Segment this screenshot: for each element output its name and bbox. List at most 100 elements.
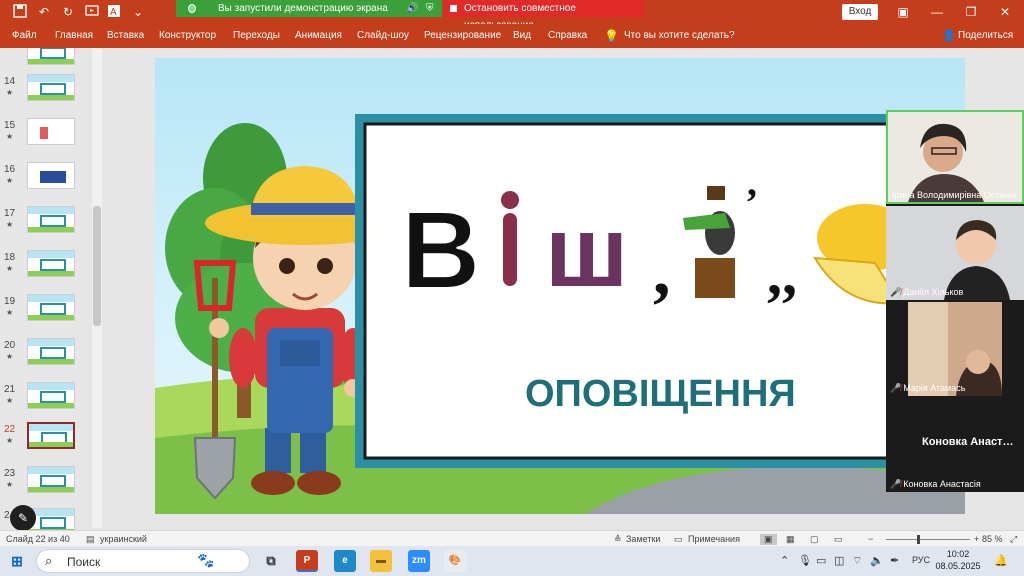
- fit-to-window-icon[interactable]: ⤢: [1010, 534, 1017, 545]
- font-size-icon[interactable]: A: [106, 4, 122, 20]
- tab-file[interactable]: Файл: [12, 30, 37, 41]
- slide-thumbnail[interactable]: [27, 294, 75, 321]
- slide-sorter-icon[interactable]: ▦: [786, 534, 795, 545]
- participant-name: Даніїл Хільков: [903, 287, 964, 297]
- input-language[interactable]: РУС: [912, 555, 930, 565]
- status-bar: Слайд 22 из 40 ▤ украинский ≙ Заметки ▭ …: [0, 530, 1024, 546]
- thumbnail-row[interactable]: 14 ★: [0, 74, 100, 116]
- network-icon[interactable]: ⌔: [852, 554, 862, 568]
- zoom-app-icon[interactable]: zm: [408, 550, 430, 572]
- tab-help[interactable]: Справка: [548, 30, 587, 41]
- participant-tile[interactable]: 🎤̸ Даніїл Хільков: [886, 206, 1024, 300]
- slide-thumbnail[interactable]: [27, 162, 75, 189]
- tab-review[interactable]: Рецензирование: [424, 30, 501, 41]
- powerpoint-icon[interactable]: P: [296, 550, 318, 572]
- camera-icon[interactable]: ◫: [834, 554, 844, 567]
- slide-number: 22: [4, 424, 16, 435]
- windows-start-icon[interactable]: ⊞: [6, 550, 28, 572]
- audio-icon[interactable]: 🔊: [406, 0, 418, 17]
- reading-view-icon[interactable]: ▢: [810, 534, 819, 545]
- ribbon-display-options-icon[interactable]: ▣: [886, 0, 920, 24]
- participant-tile[interactable]: 🎤̸ Марія Атамась: [886, 302, 1024, 396]
- comments-button[interactable]: Примечания: [688, 534, 740, 544]
- undo-icon[interactable]: ↶: [36, 4, 52, 20]
- participant-tile[interactable]: Коновка Анаст… 🎤̸ Коновка Анастасія: [886, 398, 1024, 492]
- redo-icon[interactable]: ↻: [60, 4, 76, 20]
- battery-icon[interactable]: ▭: [816, 554, 826, 567]
- participant-name-row: 🎤̸ Коновка Анастасія: [890, 479, 981, 490]
- comments-icon[interactable]: ▭: [674, 534, 683, 545]
- restore-icon[interactable]: ❐: [954, 0, 988, 24]
- tab-animation[interactable]: Анимация: [295, 30, 342, 41]
- language-indicator[interactable]: украинский: [100, 534, 147, 544]
- zoom-slider[interactable]: [886, 539, 970, 540]
- slide-thumbnail[interactable]: [27, 206, 75, 233]
- slide-thumbnail-current[interactable]: [27, 422, 75, 449]
- thumbnail-row[interactable]: 21 ★: [0, 382, 100, 424]
- close-icon[interactable]: ✕: [988, 0, 1022, 24]
- current-slide[interactable]: В ш , ’ ,, ОПОВІЩЕННЯ: [155, 58, 965, 514]
- sharing-indicator-icon: [188, 4, 196, 13]
- paint-icon[interactable]: 🎨: [444, 550, 466, 572]
- tell-me-search[interactable]: Что вы хотите сделать?: [624, 30, 735, 41]
- slide-thumbnail[interactable]: [27, 74, 75, 101]
- zoom-in-icon[interactable]: +: [974, 534, 979, 544]
- share-button[interactable]: Поделиться: [958, 30, 1013, 41]
- thumbnail-row[interactable]: 20 ★: [0, 338, 100, 380]
- pen-icon[interactable]: ✒: [890, 554, 899, 567]
- clock-time: 10:02: [946, 549, 970, 559]
- thumbnail-row[interactable]: 17 ★: [0, 206, 100, 248]
- task-view-icon[interactable]: ⧉: [260, 550, 282, 572]
- proofing-icon[interactable]: ▤: [86, 534, 95, 545]
- tab-home[interactable]: Главная: [55, 30, 93, 41]
- shield-icon[interactable]: ⛨: [426, 0, 434, 17]
- slide-thumbnail[interactable]: [27, 338, 75, 365]
- system-clock[interactable]: 10:02 08.05.2025: [930, 548, 986, 572]
- tab-design[interactable]: Конструктор: [159, 30, 216, 41]
- slide-thumbnail[interactable]: [27, 382, 75, 409]
- taskbar-search[interactable]: ⌕ Поиск 🐾: [36, 549, 250, 573]
- minimize-icon[interactable]: —: [920, 0, 954, 24]
- tab-view[interactable]: Вид: [513, 30, 531, 41]
- zoom-level[interactable]: 85 %: [982, 534, 1003, 544]
- tray-overflow-icon[interactable]: ⌃: [780, 554, 789, 567]
- participant-name-row: 🎤̸ Марія Атамась: [890, 383, 965, 394]
- quick-access-dropdown-icon[interactable]: ⌄: [130, 4, 146, 20]
- participant-name-row: 🎤̸ Даніїл Хільков: [890, 287, 963, 298]
- slide-thumbnail[interactable]: [27, 466, 75, 493]
- stop-sharing-button[interactable]: Остановить совместное использование: [444, 0, 644, 31]
- thumbnails-scroll-thumb[interactable]: [93, 206, 101, 326]
- thumbnail-row-active[interactable]: 22 ★: [0, 422, 100, 464]
- video-participants-panel: Ірина Володимирівна Останін 🎤̸ Даніїл Хіл…: [886, 110, 1024, 492]
- notes-icon[interactable]: ≙: [614, 534, 622, 545]
- search-input[interactable]: Поиск: [67, 555, 100, 569]
- present-from-start-icon[interactable]: [84, 4, 100, 20]
- participant-tile-active-speaker[interactable]: Ірина Володимирівна Останін: [886, 110, 1024, 204]
- volume-icon[interactable]: 🔈: [870, 554, 884, 567]
- thumbnail-row[interactable]: 15 ★: [0, 118, 100, 160]
- thumbnail-row[interactable]: 16 ★: [0, 162, 100, 204]
- edge-icon[interactable]: e: [334, 550, 356, 572]
- tab-transitions[interactable]: Переходы: [233, 30, 280, 41]
- save-icon[interactable]: [12, 4, 28, 20]
- slide-thumbnail[interactable]: [27, 48, 75, 65]
- thumbnail-row[interactable]: 23 ★: [0, 466, 100, 508]
- slide-thumbnail[interactable]: [27, 250, 75, 277]
- slide-number: 14: [4, 76, 16, 87]
- microphone-icon[interactable]: 🎙: [798, 554, 812, 567]
- tab-slideshow[interactable]: Слайд-шоу: [357, 30, 409, 41]
- notes-button[interactable]: Заметки: [626, 534, 660, 544]
- notifications-icon[interactable]: 🔔: [994, 554, 1008, 567]
- login-button[interactable]: Вход: [842, 4, 878, 20]
- slideshow-view-icon[interactable]: ▭: [834, 534, 843, 545]
- zoom-slider-knob[interactable]: [917, 535, 920, 544]
- file-explorer-icon[interactable]: ▬: [370, 550, 392, 572]
- pen-annotation-icon[interactable]: ✎: [10, 505, 36, 531]
- thumbnail-row[interactable]: 18 ★: [0, 250, 100, 292]
- zoom-out-icon[interactable]: −: [868, 534, 873, 544]
- slide-thumbnail[interactable]: [27, 118, 75, 145]
- thumbnail-row[interactable]: 19 ★: [0, 294, 100, 336]
- normal-view-icon[interactable]: ▣: [760, 534, 777, 545]
- slide-number: 17: [4, 208, 16, 219]
- tab-insert[interactable]: Вставка: [107, 30, 144, 41]
